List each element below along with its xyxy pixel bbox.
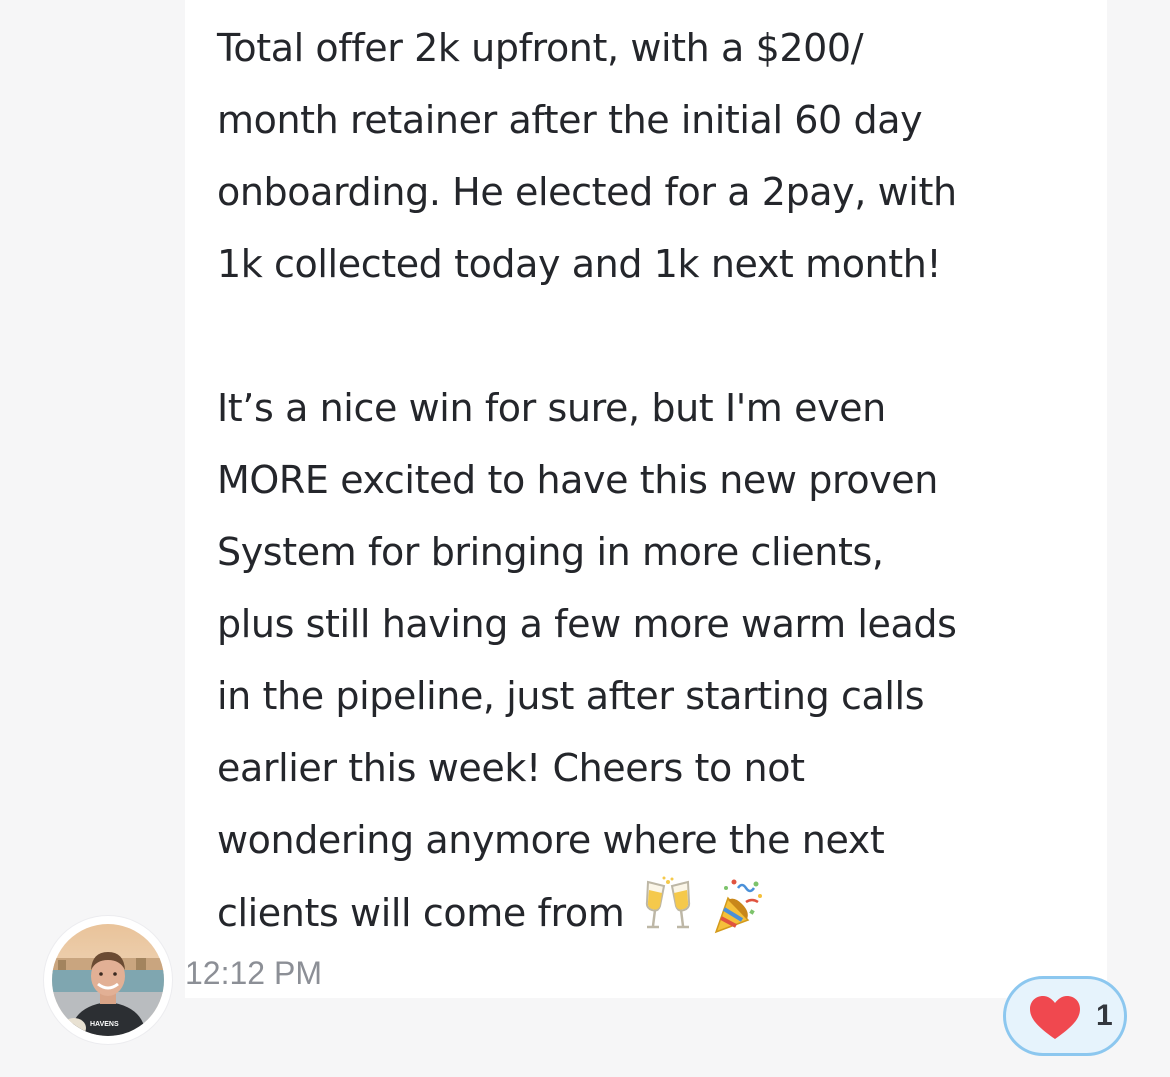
champagne-glasses-icon — [642, 876, 694, 936]
message-line: It’s a nice win for sure, but I'm even — [217, 386, 886, 430]
message-line: plus still having a few more warm leads — [217, 602, 957, 646]
message-line: System for bringing in more clients, — [217, 530, 884, 574]
message-line: MORE excited to have this new proven — [217, 458, 938, 502]
message-line: in the pipeline, just after starting cal… — [217, 674, 925, 718]
message-line: month retainer after the initial 60 day — [217, 98, 923, 142]
message-timestamp: 12:12 PM — [185, 955, 322, 991]
message-line: earlier this week! Cheers to not — [217, 746, 805, 790]
message-line-text: clients will come from — [217, 891, 625, 935]
message-line-last: clients will come from — [217, 876, 1097, 949]
heart-icon — [1030, 996, 1080, 1039]
message-line: 1k collected today and 1k next month! — [217, 242, 942, 286]
message-line: onboarding. He elected for a 2pay, with — [217, 170, 957, 214]
reaction-count: 1 — [1096, 999, 1113, 1032]
message-line: Total offer 2k upfront, with a $200/ — [217, 26, 864, 70]
message-line: wondering anymore where the next — [217, 818, 885, 862]
avatar-photo: HAVENS — [52, 924, 164, 1036]
heart-reaction-button[interactable]: 1 — [1003, 976, 1127, 1056]
party-popper-icon — [712, 876, 764, 936]
avatar[interactable]: HAVENS — [44, 916, 172, 1044]
shirt-text: HAVENS — [90, 1021, 119, 1028]
message-text: Total offer 2k upfront, with a $200/ mon… — [217, 12, 1097, 949]
